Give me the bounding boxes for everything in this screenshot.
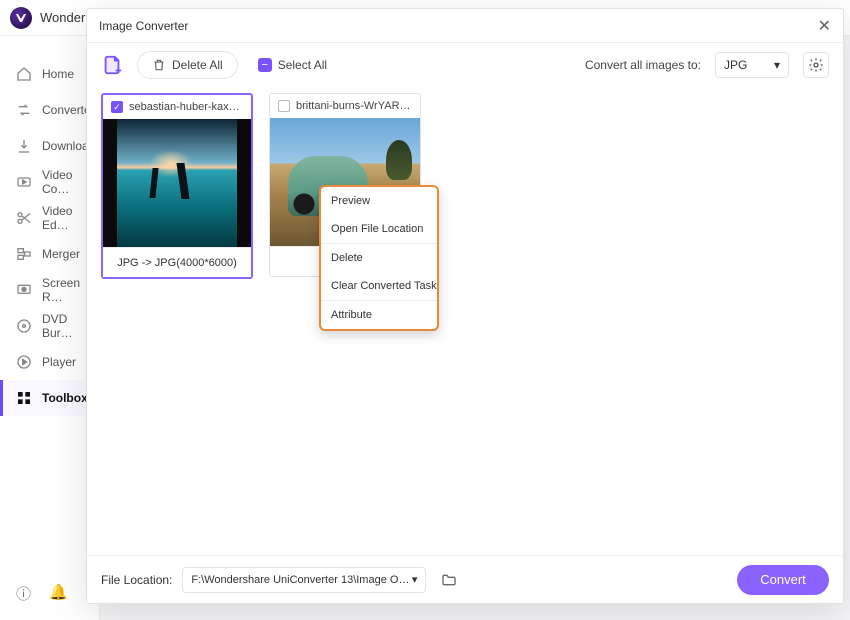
convert-to-label: Convert all images to: [585,58,701,72]
merge-icon [16,246,32,262]
card-checkbox[interactable] [111,101,123,113]
output-format-value: JPG [724,58,747,72]
close-dialog-button[interactable]: ✕ [818,16,831,36]
sidebar-item-toolbox[interactable]: Toolbox [0,380,99,416]
chevron-down-icon: ▾ [774,58,780,72]
add-file-button[interactable] [101,54,123,76]
sidebar-item-screen-recorder[interactable]: Screen R… [0,272,99,308]
sidebar-item-video-compressor[interactable]: Video Co… [0,164,99,200]
dialog-body: sebastian-huber-kax6gD… JPG -> JPG(4000*… [87,87,843,555]
sidebar-item-converter[interactable]: Converter [0,92,99,128]
menu-item-attribute[interactable]: Attribute [321,301,437,329]
app-name: Wonder [40,10,85,25]
delete-all-label: Delete All [172,58,223,72]
play-icon [16,354,32,370]
disc-icon [16,318,32,334]
sidebar-item-label: Player [42,355,76,369]
dialog-footer: File Location: F:\Wondershare UniConvert… [87,555,843,603]
sidebar-item-label: Home [42,67,74,81]
image-card[interactable]: sebastian-huber-kax6gD… JPG -> JPG(4000*… [101,93,253,279]
select-all-toggle[interactable]: Select All [258,58,327,72]
menu-item-preview[interactable]: Preview [321,187,437,215]
menu-item-open-location[interactable]: Open File Location [321,215,437,243]
sidebar-item-dvd-burner[interactable]: DVD Bur… [0,308,99,344]
sidebar-item-downloader[interactable]: Downloa… [0,128,99,164]
home-icon [16,66,32,82]
card-filename: sebastian-huber-kax6gD… [129,101,243,113]
delete-all-button[interactable]: Delete All [137,51,238,79]
output-settings-button[interactable] [803,52,829,78]
sidebar-item-video-editor[interactable]: Video Ed… [0,200,99,236]
chevron-down-icon: ▾ [412,573,418,586]
sidebar-item-home[interactable]: Home [0,56,99,92]
help-icon[interactable]: ⓘ [16,583,31,604]
menu-item-clear-converted[interactable]: Clear Converted Task [321,272,437,300]
card-checkbox[interactable] [278,100,290,112]
convert-button[interactable]: Convert [737,565,829,595]
download-icon [16,138,32,154]
sidebar: Home Converter Downloa… Video Co… Video … [0,36,100,620]
file-location-label: File Location: [101,573,172,587]
dialog-toolbar: Delete All Select All Convert all images… [87,43,843,87]
dialog-title: Image Converter [99,19,188,33]
output-format-select[interactable]: JPG ▾ [715,52,789,78]
record-icon [16,282,32,298]
card-filename: brittani-burns-WrYAR-yD… [296,100,412,112]
compress-icon [16,174,32,190]
select-all-checkbox [258,58,272,72]
card-caption: JPG -> JPG(4000*6000) [103,247,251,277]
menu-item-delete[interactable]: Delete [321,244,437,272]
sidebar-item-label: Merger [42,247,80,261]
open-folder-button[interactable] [436,567,462,593]
converter-icon [16,102,32,118]
bell-icon[interactable]: 🔔 [49,583,68,604]
select-all-label: Select All [278,58,327,72]
file-location-select[interactable]: F:\Wondershare UniConverter 13\Image Out… [182,567,426,593]
grid-icon [16,390,32,406]
sidebar-item-label: Toolbox [42,391,88,405]
card-thumbnail[interactable] [103,119,251,247]
trash-icon [152,58,166,72]
sidebar-footer: ⓘ 🔔 ⚙ [0,571,99,620]
convert-button-label: Convert [760,572,806,587]
image-converter-dialog: Image Converter ✕ Delete All Select All … [86,8,844,604]
context-menu: Preview Open File Location Delete Clear … [319,185,439,331]
dialog-header: Image Converter ✕ [87,9,843,43]
file-location-value: F:\Wondershare UniConverter 13\Image Out… [191,574,411,586]
app-logo [10,7,32,29]
sidebar-item-player[interactable]: Player [0,344,99,380]
sidebar-item-merger[interactable]: Merger [0,236,99,272]
scissors-icon [16,210,32,226]
